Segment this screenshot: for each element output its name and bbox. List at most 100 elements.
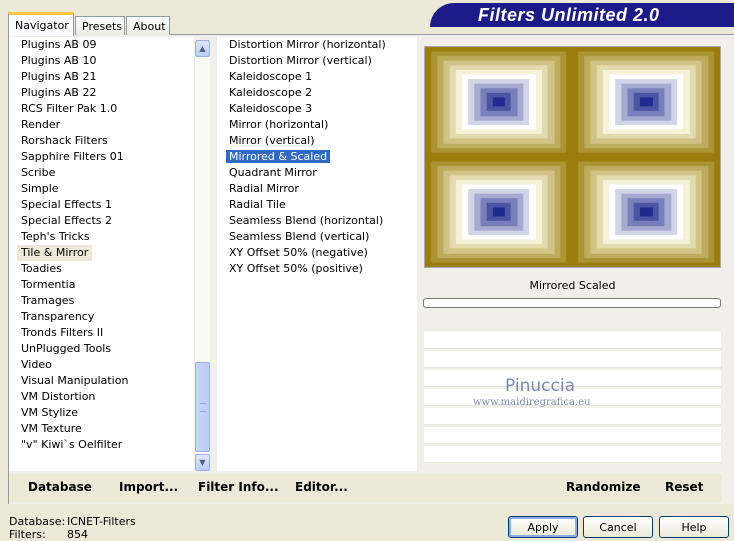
- filter-item[interactable]: Kaleidoscope 1: [217, 69, 417, 85]
- filter-item[interactable]: Quadrant Mirror: [217, 165, 417, 181]
- category-item[interactable]: Sapphire Filters 01: [9, 149, 194, 165]
- cancel-button[interactable]: Cancel: [583, 516, 653, 538]
- filter-info-button[interactable]: Filter Info...: [198, 480, 279, 494]
- status-info: Database: ICNET-Filters Filters: 854: [9, 515, 136, 541]
- editor-button[interactable]: Editor...: [295, 480, 348, 494]
- category-item[interactable]: Visual Manipulation: [9, 373, 194, 389]
- filter-item[interactable]: Mirror (vertical): [217, 133, 417, 149]
- scroll-down-button[interactable]: ▼: [195, 454, 210, 471]
- category-item[interactable]: Rorshack Filters: [9, 133, 194, 149]
- help-button[interactable]: Help: [659, 516, 729, 538]
- preview-image: [424, 46, 721, 268]
- category-item[interactable]: VM Texture: [9, 421, 194, 437]
- filter-item-label: Mirror (vertical): [229, 134, 315, 147]
- randomize-button[interactable]: Randomize: [566, 480, 640, 494]
- category-item-label: Tile & Mirror: [21, 246, 89, 259]
- database-value: ICNET-Filters: [67, 515, 136, 528]
- database-button[interactable]: Database: [28, 480, 92, 494]
- filter-item-label: Kaleidoscope 3: [229, 102, 313, 115]
- category-item[interactable]: Tramages: [9, 293, 194, 309]
- apply-button[interactable]: Apply: [508, 516, 578, 538]
- filter-item-label: Kaleidoscope 1: [229, 70, 313, 83]
- filter-list[interactable]: Distortion Mirror (horizontal) Distortion…: [217, 37, 417, 471]
- filter-item[interactable]: Seamless Blend (horizontal): [217, 213, 417, 229]
- preview-tile: [572, 157, 720, 267]
- preview-ring: [640, 207, 653, 217]
- scroll-up-button[interactable]: ▲: [195, 40, 210, 57]
- filter-item[interactable]: Kaleidoscope 3: [217, 101, 417, 117]
- category-item[interactable]: "v" Kiwi`s Oelfilter: [9, 437, 194, 453]
- category-item-label: Sapphire Filters 01: [21, 150, 124, 163]
- filter-item[interactable]: Radial Mirror: [217, 181, 417, 197]
- category-item[interactable]: Tile & Mirror: [17, 245, 93, 261]
- category-item-label: RCS Filter Pak 1.0: [21, 102, 118, 115]
- category-list[interactable]: Plugins AB 09 Plugins AB 10 Plugins AB 21 P…: [9, 37, 194, 471]
- category-item[interactable]: Transparency: [9, 309, 194, 325]
- category-item[interactable]: Special Effects 2: [9, 213, 194, 229]
- preview-ring: [492, 97, 505, 107]
- category-item[interactable]: Simple: [9, 181, 194, 197]
- category-item-label: Plugins AB 22: [21, 86, 97, 99]
- category-item[interactable]: Plugins AB 10: [9, 53, 194, 69]
- category-item[interactable]: RCS Filter Pak 1.0: [9, 101, 194, 117]
- watermark-site: www.maidiregrafica.eu: [473, 397, 591, 408]
- category-item[interactable]: Plugins AB 21: [9, 69, 194, 85]
- category-item[interactable]: UnPlugged Tools: [9, 341, 194, 357]
- filter-item-label: XY Offset 50% (positive): [229, 262, 363, 275]
- category-item[interactable]: Plugins AB 09: [9, 37, 194, 53]
- category-item-label: Teph's Tricks: [21, 230, 90, 243]
- category-item[interactable]: Toadies: [9, 261, 194, 277]
- category-item[interactable]: VM Distortion: [9, 389, 194, 405]
- category-item-label: Transparency: [21, 310, 95, 323]
- filter-item[interactable]: Distortion Mirror (horizontal): [217, 37, 417, 53]
- tab-about[interactable]: About: [126, 16, 170, 35]
- preview-ring: [640, 97, 653, 107]
- category-item[interactable]: Scribe: [9, 165, 194, 181]
- filter-item-label: Mirror (horizontal): [229, 118, 329, 131]
- filter-item-label: Kaleidoscope 2: [229, 86, 313, 99]
- reset-button[interactable]: Reset: [665, 480, 703, 494]
- filter-item[interactable]: XY Offset 50% (positive): [217, 261, 417, 277]
- category-item[interactable]: Tronds Filters II: [9, 325, 194, 341]
- category-item[interactable]: VM Stylize: [9, 405, 194, 421]
- category-item-label: Plugins AB 10: [21, 54, 97, 67]
- category-item-label: Scribe: [21, 166, 56, 179]
- category-item-label: Simple: [21, 182, 59, 195]
- category-item[interactable]: Plugins AB 22: [9, 85, 194, 101]
- tab-navigator[interactable]: Navigator: [8, 12, 74, 36]
- param-row: [424, 351, 721, 368]
- watermark-name: Pinuccia: [505, 376, 575, 396]
- filter-item-label: Radial Tile: [229, 198, 286, 211]
- category-scrollbar[interactable]: ▲ ▼: [194, 40, 210, 471]
- filter-item[interactable]: XY Offset 50% (negative): [217, 245, 417, 261]
- tab-presets[interactable]: Presets: [75, 16, 125, 35]
- category-item[interactable]: Special Effects 1: [9, 197, 194, 213]
- filter-item[interactable]: Mirrored & Scaled: [217, 149, 417, 165]
- category-item[interactable]: Render: [9, 117, 194, 133]
- category-item-label: Plugins AB 21: [21, 70, 97, 83]
- category-item-label: "v" Kiwi`s Oelfilter: [21, 438, 123, 451]
- grip-icon: [200, 403, 206, 412]
- category-item[interactable]: Video: [9, 357, 194, 373]
- filter-item[interactable]: Mirror (horizontal): [217, 117, 417, 133]
- database-label: Database:: [9, 515, 66, 528]
- filter-item[interactable]: Kaleidoscope 2: [217, 85, 417, 101]
- preview-tile: [572, 47, 720, 157]
- selected-filter-name: Mirrored Scaled: [424, 276, 721, 296]
- filter-item[interactable]: Seamless Blend (vertical): [217, 229, 417, 245]
- category-item-label: Tronds Filters II: [21, 326, 104, 339]
- category-item[interactable]: Teph's Tricks: [9, 229, 194, 245]
- category-item-label: Video: [21, 358, 52, 371]
- scroll-thumb[interactable]: [195, 362, 210, 452]
- import-button[interactable]: Import...: [119, 480, 178, 494]
- filter-item-label: Mirrored & Scaled: [226, 150, 331, 163]
- category-item-label: UnPlugged Tools: [21, 342, 111, 355]
- filters-label: Filters:: [9, 528, 46, 541]
- category-item-label: Toadies: [21, 262, 62, 275]
- category-item-label: Special Effects 1: [21, 198, 113, 211]
- category-item[interactable]: Tormentia: [9, 277, 194, 293]
- param-row: [424, 446, 721, 463]
- filter-item[interactable]: Radial Tile: [217, 197, 417, 213]
- progress-bar: [423, 298, 721, 308]
- filter-item[interactable]: Distortion Mirror (vertical): [217, 53, 417, 69]
